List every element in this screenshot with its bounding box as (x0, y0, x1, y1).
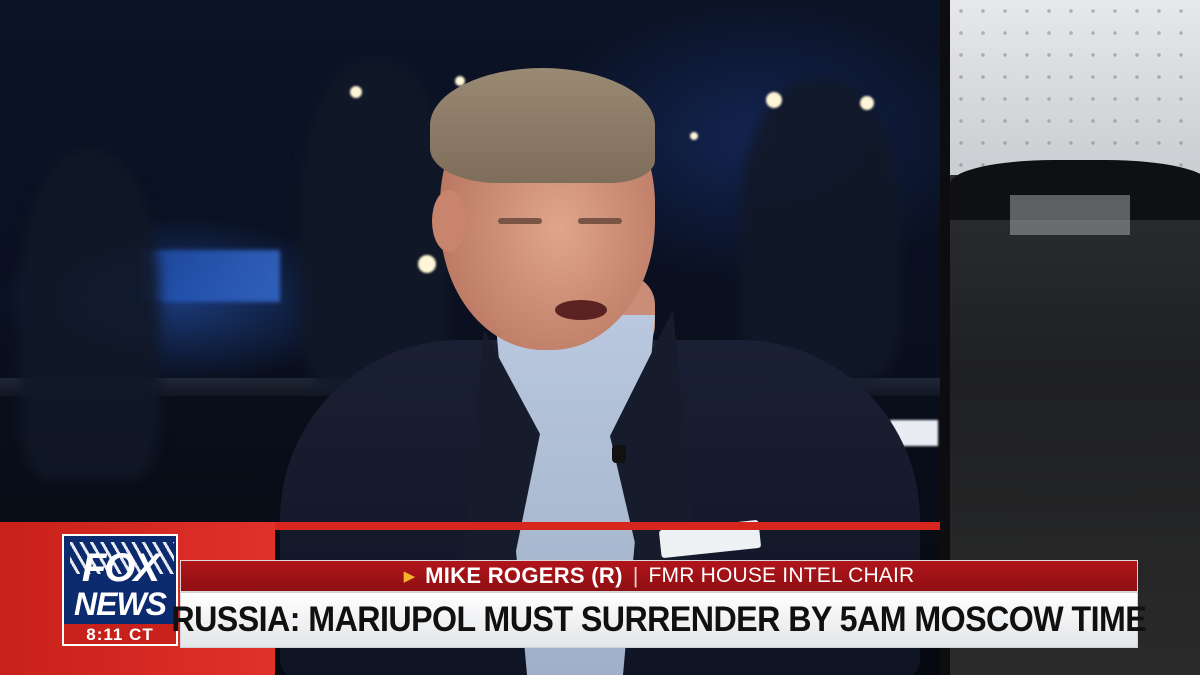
lapel-mic-icon (612, 445, 626, 463)
network-logo: FOX NEWS 8:11 CT (62, 534, 178, 646)
headline-text: RUSSIA: MARIUPOL MUST SURRENDER BY 5AM M… (171, 600, 1147, 639)
studio-light-panel (140, 250, 280, 302)
video-wall-sky (950, 0, 1200, 180)
clock-display: 8:11 CT (64, 624, 176, 644)
logo-word-news: NEWS (74, 586, 167, 622)
play-arrow-icon: ▶ (403, 568, 416, 585)
hair (430, 68, 655, 183)
eyebrow (578, 218, 622, 224)
guest-name-bar: ▶ MIKE ROGERS (R) | FMR HOUSE INTEL CHAI… (180, 560, 1138, 592)
background-figure (20, 150, 160, 480)
headline-bar: RUSSIA: MARIUPOL MUST SURRENDER BY 5AM M… (172, 592, 1147, 648)
guest-title: FMR HOUSE INTEL CHAIR (648, 564, 915, 587)
mouth (555, 300, 607, 320)
eyebrow (498, 218, 542, 224)
name-separator: | (632, 563, 639, 588)
ear (432, 190, 466, 252)
logo-word-fox: FOX (81, 546, 160, 590)
guest-name: MIKE ROGERS (R) (425, 563, 623, 588)
video-wall-building (1010, 195, 1130, 235)
lower-third: ▶ MIKE ROGERS (R) | FMR HOUSE INTEL CHAI… (172, 560, 1147, 648)
